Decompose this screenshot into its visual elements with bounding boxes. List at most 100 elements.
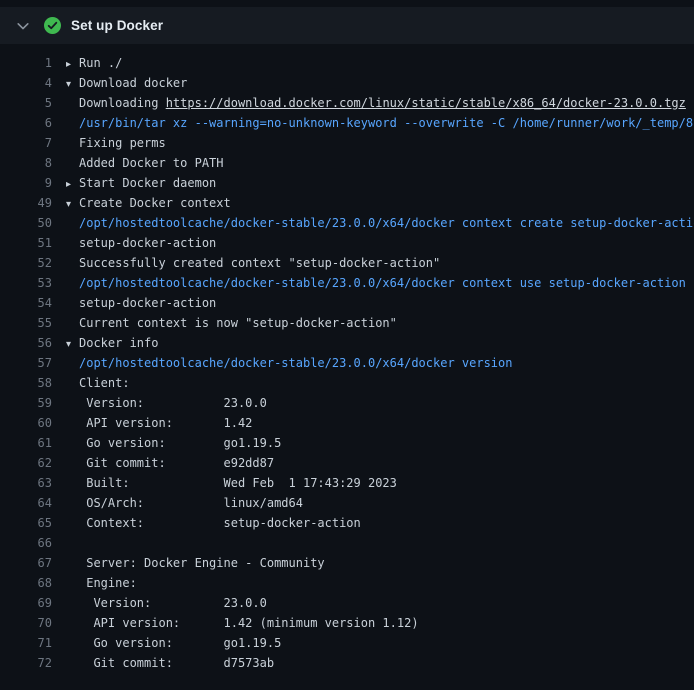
line-content: Downloading https://download.docker.com/… [52,93,686,113]
log-line: 5 Downloading https://download.docker.co… [0,93,694,113]
line-number[interactable]: 65 [0,513,52,533]
line-number[interactable]: 52 [0,253,52,273]
log-line: 62 Git commit: e92dd87 [0,453,694,473]
log-line: 54 setup-docker-action [0,293,694,313]
line-number[interactable]: 53 [0,273,52,293]
log-text: Create Docker context [79,196,231,210]
line-content: ▸Run ./ [52,53,122,73]
log-text: Version: 23.0.0 [79,596,267,610]
line-content: API version: 1.42 [52,413,252,433]
log-text: setup-docker-action [79,296,216,310]
line-number[interactable]: 55 [0,313,52,333]
group-toggle-icon[interactable]: ▾ [66,195,79,213]
log-line: 55 Current context is now "setup-docker-… [0,313,694,333]
log-lines: 1 ▸Run ./ 4 ▾Download docker 5 Downloadi… [0,44,694,673]
line-content: ▾Create Docker context [52,193,231,213]
log-group-line[interactable]: 56 ▾Docker info [0,333,694,353]
line-number[interactable]: 4 [0,73,52,93]
log-text: Built: Wed Feb 1 17:43:29 2023 [79,476,397,490]
log-line: 53 /opt/hostedtoolcache/docker-stable/23… [0,273,694,293]
line-number[interactable]: 5 [0,93,52,113]
line-number[interactable]: 72 [0,653,52,673]
line-content: ▸Start Docker daemon [52,173,216,193]
step-title: Set up Docker [71,18,163,33]
line-number[interactable]: 56 [0,333,52,353]
log-text: Version: 23.0.0 [79,396,267,410]
log-line: 68 Engine: [0,573,694,593]
line-number[interactable]: 54 [0,293,52,313]
log-line: 52 Successfully created context "setup-d… [0,253,694,273]
line-number[interactable]: 71 [0,633,52,653]
line-content: Version: 23.0.0 [52,593,267,613]
log-line: 63 Built: Wed Feb 1 17:43:29 2023 [0,473,694,493]
log-line: 50 /opt/hostedtoolcache/docker-stable/23… [0,213,694,233]
log-line: 51 setup-docker-action [0,233,694,253]
line-number[interactable]: 51 [0,233,52,253]
log-line: 71 Go version: go1.19.5 [0,633,694,653]
line-number[interactable]: 67 [0,553,52,573]
line-number[interactable]: 6 [0,113,52,133]
line-content: Version: 23.0.0 [52,393,267,413]
log-text: Go version: go1.19.5 [79,436,281,450]
log-line: 6 /usr/bin/tar xz --warning=no-unknown-k… [0,113,694,133]
group-toggle-icon[interactable]: ▸ [66,175,79,193]
log-text: Fixing perms [79,136,166,150]
line-number[interactable]: 63 [0,473,52,493]
log-group-line[interactable]: 4 ▾Download docker [0,73,694,93]
log-line: 67 Server: Docker Engine - Community [0,553,694,573]
log-text: Engine: [79,576,137,590]
line-number[interactable]: 49 [0,193,52,213]
line-number[interactable]: 57 [0,353,52,373]
chevron-down-icon[interactable] [14,17,32,35]
line-number[interactable]: 69 [0,593,52,613]
line-number[interactable]: 64 [0,493,52,513]
log-group-line[interactable]: 1 ▸Run ./ [0,53,694,73]
workflow-log-page: Set up Docker 1 ▸Run ./ 4 ▾Download dock… [0,7,694,690]
group-toggle-icon[interactable]: ▾ [66,335,79,353]
line-content: Go version: go1.19.5 [52,433,281,453]
log-text: API version: 1.42 (minimum version 1.12) [79,616,419,630]
log-text: Added Docker to PATH [79,156,224,170]
log-text: setup-docker-action [79,236,216,250]
line-content: Current context is now "setup-docker-act… [52,313,397,333]
line-content: API version: 1.42 (minimum version 1.12) [52,613,419,633]
line-content: OS/Arch: linux/amd64 [52,493,303,513]
log-line: 57 /opt/hostedtoolcache/docker-stable/23… [0,353,694,373]
line-content: ▾Download docker [52,73,187,93]
line-number[interactable]: 9 [0,173,52,193]
log-text: Go version: go1.19.5 [79,636,281,650]
line-number[interactable]: 1 [0,53,52,73]
line-number[interactable]: 66 [0,533,52,553]
line-number[interactable]: 60 [0,413,52,433]
log-text: Server: Docker Engine - Community [79,556,325,570]
log-text: Successfully created context "setup-dock… [79,256,440,270]
line-number[interactable]: 58 [0,373,52,393]
log-line: 65 Context: setup-docker-action [0,513,694,533]
line-number[interactable]: 68 [0,573,52,593]
log-text: Git commit: e92dd87 [79,456,274,470]
line-content: Client: [52,373,130,393]
log-text: Current context is now "setup-docker-act… [79,316,397,330]
line-content: Git commit: d7573ab [52,653,274,673]
line-number[interactable]: 70 [0,613,52,633]
line-content: Engine: [52,573,137,593]
line-number[interactable]: 61 [0,433,52,453]
line-number[interactable]: 62 [0,453,52,473]
log-line: 58 Client: [0,373,694,393]
group-toggle-icon[interactable]: ▸ [66,55,79,73]
log-group-line[interactable]: 9 ▸Start Docker daemon [0,173,694,193]
log-text: API version: 1.42 [79,416,252,430]
line-number[interactable]: 7 [0,133,52,153]
line-content: ▾Docker info [52,333,158,353]
step-header[interactable]: Set up Docker [0,7,694,44]
log-link[interactable]: https://download.docker.com/linux/static… [166,96,686,110]
log-group-line[interactable]: 49 ▾Create Docker context [0,193,694,213]
log-line: 64 OS/Arch: linux/amd64 [0,493,694,513]
line-number[interactable]: 59 [0,393,52,413]
log-line: 60 API version: 1.42 [0,413,694,433]
line-content: /opt/hostedtoolcache/docker-stable/23.0.… [52,273,686,293]
line-number[interactable]: 8 [0,153,52,173]
group-toggle-icon[interactable]: ▾ [66,75,79,93]
line-number[interactable]: 50 [0,213,52,233]
line-content: setup-docker-action [52,293,216,313]
